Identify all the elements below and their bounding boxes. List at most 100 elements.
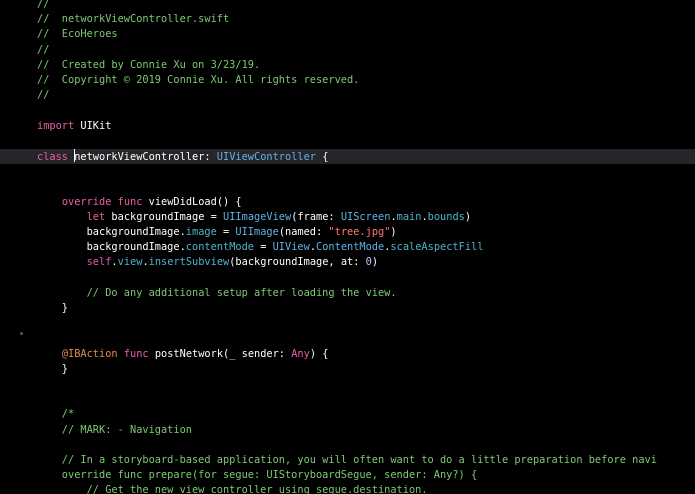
code-line[interactable]: backgroundImage.contentMode = UIView.Con…: [0, 240, 695, 255]
code-line[interactable]: // In a storyboard-based application, yo…: [0, 453, 695, 468]
code-line[interactable]: override func prepare(for segue: UIStory…: [0, 468, 695, 483]
line-text: let backgroundImage = UIImageView(frame:…: [37, 210, 471, 225]
code-token: (named:: [278, 226, 329, 238]
code-line[interactable]: [0, 164, 695, 179]
code-token: insertSubview: [148, 256, 230, 269]
code-token: // networkViewController.swift: [37, 13, 230, 26]
line-text: class networkViewController: UIViewContr…: [37, 149, 328, 164]
line-text: self.view.insertSubview(backgroundImage,…: [37, 255, 378, 270]
line-text: override func prepare(for segue: UIStory…: [37, 468, 477, 483]
line-text: // Created by Connie Xu on 3/23/19.: [37, 58, 260, 73]
code-line[interactable]: let backgroundImage = UIImageView(frame:…: [0, 210, 695, 225]
line-text: //: [37, 88, 49, 103]
code-line[interactable]: // networkViewController.swift: [0, 12, 695, 27]
code-line[interactable]: override func viewDidLoad() {: [0, 195, 695, 210]
code-line[interactable]: [0, 377, 695, 392]
code-token: let: [86, 210, 106, 223]
line-text: // EcoHeroes: [37, 27, 118, 42]
code-line[interactable]: //: [0, 43, 695, 58]
line-text: override func viewDidLoad() {: [37, 195, 242, 210]
code-token: func: [123, 347, 149, 360]
code-line[interactable]: // Get the new view controller using seg…: [0, 483, 695, 494]
code-line[interactable]: [0, 271, 695, 286]
code-token: ): [371, 256, 379, 269]
code-token: UIViewController: [216, 151, 316, 163]
code-line[interactable]: backgroundImage.image = UIImage(named: "…: [0, 225, 695, 240]
code-token: (backgroundImage, at:: [229, 256, 366, 269]
gutter-marker: [20, 332, 23, 335]
code-token: // Created by Connie Xu on 3/23/19.: [37, 58, 261, 71]
line-text: // Copyright © 2019 Connie Xu. All right…: [37, 73, 359, 88]
code-token: //: [37, 43, 50, 56]
code-line[interactable]: // EcoHeroes: [0, 27, 695, 42]
code-line[interactable]: // Do any additional setup after loading…: [0, 286, 695, 301]
code-token: override: [61, 195, 112, 208]
code-line[interactable]: [0, 331, 695, 346]
code-token: ): [464, 210, 472, 223]
code-token: Any: [291, 347, 310, 360]
code-token: view: [117, 256, 143, 269]
code-line[interactable]: [0, 392, 695, 407]
code-token: UIImageView: [223, 210, 292, 223]
code-token: =: [254, 241, 273, 254]
line-text: //: [37, 43, 49, 58]
code-token: }: [37, 302, 68, 314]
code-token: // Get the new view controller using seg…: [37, 484, 428, 494]
code-line[interactable]: [0, 103, 695, 118]
code-token: image: [185, 226, 217, 238]
code-token: UIView: [272, 241, 310, 254]
code-token: UIImage: [235, 226, 279, 238]
code-line[interactable]: // Copyright © 2019 Connie Xu. All right…: [0, 73, 695, 88]
code-line[interactable]: [0, 179, 695, 194]
code-token: contentMode: [185, 241, 254, 254]
code-token: @IBAction: [61, 347, 118, 360]
code-line[interactable]: self.view.insertSubview(backgroundImage,…: [0, 255, 695, 270]
code-line[interactable]: //: [0, 88, 695, 103]
code-token: // Copyright © 2019 Connie Xu. All right…: [37, 74, 360, 86]
code-token: backgroundImage =: [105, 210, 224, 223]
current-code-line[interactable]: class networkViewController: UIViewContr…: [0, 149, 695, 164]
code-token: ) {: [309, 347, 329, 360]
line-text: // networkViewController.swift: [37, 12, 229, 27]
code-line[interactable]: [0, 134, 695, 149]
code-line[interactable]: [0, 438, 695, 453]
code-token: // EcoHeroes: [37, 28, 118, 41]
code-token: backgroundImage.: [37, 241, 186, 254]
code-token: /*: [37, 408, 75, 421]
code-line[interactable]: import UIKit: [0, 119, 695, 134]
code-token: ): [390, 226, 397, 238]
code-token: postNetwork(_ sender:: [148, 347, 292, 360]
code-token: }: [37, 362, 68, 375]
code-line[interactable]: // MARK: - Navigation: [0, 423, 695, 438]
code-editor[interactable]: // // networkViewController.swift // EcoHe…: [0, 0, 695, 494]
code-token: self: [86, 256, 112, 269]
line-text: }: [37, 362, 68, 377]
code-token: import: [37, 119, 75, 132]
code-token: // In a storyboard-based application, yo…: [37, 454, 657, 466]
code-line[interactable]: }: [0, 301, 695, 316]
code-token: bounds: [427, 210, 465, 223]
code-token: "tree.jpg": [328, 226, 391, 238]
code-token: //: [37, 0, 50, 10]
line-text: // In a storyboard-based application, yo…: [37, 453, 657, 468]
code-token: UIKit: [74, 119, 112, 132]
code-line[interactable]: // Created by Connie Xu on 3/23/19.: [0, 58, 695, 73]
code-token: // MARK: - Navigation: [37, 423, 192, 436]
code-line[interactable]: /*: [0, 407, 695, 422]
line-text: /*: [37, 407, 74, 422]
code-line[interactable]: @IBAction func postNetwork(_ sender: Any…: [0, 347, 695, 362]
line-text: //: [37, 0, 49, 12]
code-token: //: [37, 89, 50, 102]
code-token: networkViewController:: [74, 151, 217, 163]
code-token: (frame:: [291, 210, 341, 223]
code-line[interactable]: [0, 316, 695, 331]
code-token: main: [396, 210, 422, 223]
line-text: @IBAction func postNetwork(_ sender: Any…: [37, 347, 329, 362]
code-line[interactable]: //: [0, 0, 695, 12]
code-token: =: [216, 226, 236, 238]
code-line[interactable]: }: [0, 362, 695, 377]
